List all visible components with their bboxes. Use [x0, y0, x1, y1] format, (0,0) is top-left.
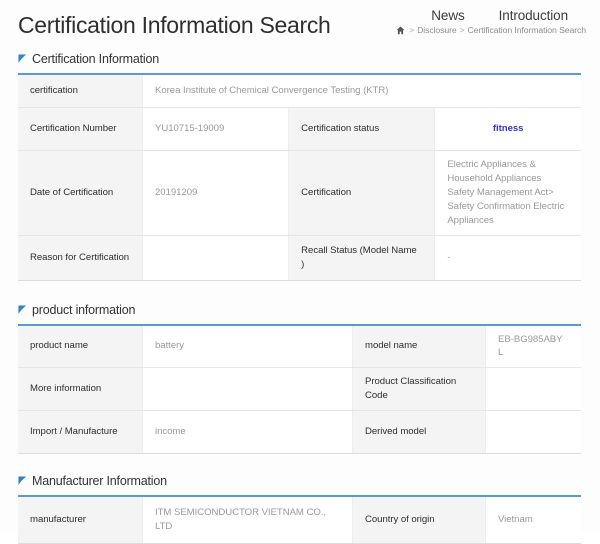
row-label-date-of-certification: Date of Certification: [18, 151, 143, 236]
row-label-product-name: product name: [18, 325, 143, 368]
product-information-table: product name battery model name EB-BG985…: [18, 324, 581, 455]
section-title: Certification Information: [32, 52, 159, 66]
home-icon[interactable]: [396, 26, 405, 35]
section-title: Manufacturer Information: [32, 474, 167, 488]
table-row: Date of Certification 20191209 Certifica…: [18, 151, 581, 236]
table-row: More information Product Classification …: [18, 368, 581, 411]
breadcrumb-separator-2: >: [460, 25, 465, 35]
top-navigation: News Introduction > Disclosure > Certifi…: [396, 8, 586, 35]
breadcrumb-item-disclosure[interactable]: Disclosure: [417, 25, 457, 35]
table-row: Certification Number YU10715-19009 Certi…: [18, 108, 581, 151]
row-label-more-information: More information: [18, 368, 143, 411]
row-label-import-manufacture: Import / Manufacture: [18, 411, 143, 454]
table-row: certification Korea Institute of Chemica…: [18, 74, 581, 108]
row-value-model-name: EB-BG985ABY L: [486, 325, 582, 368]
breadcrumb-separator-1: >: [409, 25, 414, 35]
row-value-product-classification-code: [486, 368, 582, 411]
row-label-derived-model: Derived model: [353, 411, 486, 454]
row-label-certification: certification: [18, 74, 143, 108]
table-row: manufacturer ITM SEMICONDUCTOR VIETNAM C…: [18, 496, 581, 544]
row-value-certification-type: Electric Appliances & Household Applianc…: [435, 151, 581, 236]
page-header: Certification Information Search News In…: [0, 0, 600, 52]
breadcrumb: > Disclosure > Certification Information…: [396, 25, 586, 35]
section-manufacturer-information: Manufacturer Information manufacturer IT…: [0, 474, 600, 544]
table-row: Reason for Certification Recall Status (…: [18, 235, 581, 280]
nav-link-introduction[interactable]: Introduction: [499, 8, 568, 23]
row-label-certification-number: Certification Number: [18, 108, 143, 151]
section-header-manufacturer-information: Manufacturer Information: [18, 474, 582, 488]
row-value-manufacturer: ITM SEMICONDUCTOR VIETNAM CO., LTD: [143, 496, 353, 544]
row-value-import-manufacture: income: [143, 411, 353, 454]
certification-search-page: Certification Information Search News In…: [0, 0, 600, 531]
row-value-country-of-origin: Vietnam: [486, 496, 582, 544]
row-label-reason-for-certification: Reason for Certification: [18, 235, 143, 280]
row-value-reason-for-certification: [143, 235, 289, 280]
row-label-model-name: model name: [353, 325, 486, 368]
row-value-certification: Korea Institute of Chemical Convergence …: [143, 74, 582, 108]
section-spacer: [0, 454, 600, 474]
table-row: Import / Manufacture income Derived mode…: [18, 411, 581, 454]
section-header-certification-information: Certification Information: [18, 52, 582, 66]
breadcrumb-item-certification-information-search: Certification Information Search: [468, 25, 586, 35]
blue-flag-icon: [18, 54, 27, 64]
row-label-country-of-origin: Country of origin: [353, 496, 486, 544]
row-label-certification-type: Certification: [289, 151, 435, 236]
row-value-product-name: battery: [143, 325, 353, 368]
section-product-information: product information product name battery…: [0, 303, 600, 455]
table-row: product name battery model name EB-BG985…: [18, 325, 581, 368]
section-header-product-information: product information: [18, 303, 582, 317]
row-label-manufacturer: manufacturer: [18, 496, 143, 544]
row-value-date-of-certification: 20191209: [143, 151, 289, 236]
row-value-more-information: [143, 368, 353, 411]
row-value-certification-status[interactable]: fitness: [435, 108, 581, 151]
page-title: Certification Information Search: [18, 12, 331, 39]
section-spacer: [0, 281, 600, 303]
top-nav-links: News Introduction: [396, 8, 586, 23]
manufacturer-information-table: manufacturer ITM SEMICONDUCTOR VIETNAM C…: [18, 495, 581, 544]
nav-link-news[interactable]: News: [431, 8, 464, 23]
row-value-derived-model: [486, 411, 582, 454]
blue-flag-icon: [18, 476, 27, 486]
section-certification-information: Certification Information certification …: [0, 52, 600, 281]
row-label-product-classification-code: Product Classification Code: [353, 368, 486, 411]
section-title: product information: [32, 303, 135, 317]
row-value-recall-status: -: [435, 235, 581, 280]
row-label-recall-status: Recall Status (Model Name ): [289, 235, 435, 280]
blue-flag-icon: [18, 305, 27, 315]
row-value-certification-number: YU10715-19009: [143, 108, 289, 151]
row-label-certification-status: Certification status: [289, 108, 435, 151]
certification-information-table: certification Korea Institute of Chemica…: [18, 73, 581, 281]
